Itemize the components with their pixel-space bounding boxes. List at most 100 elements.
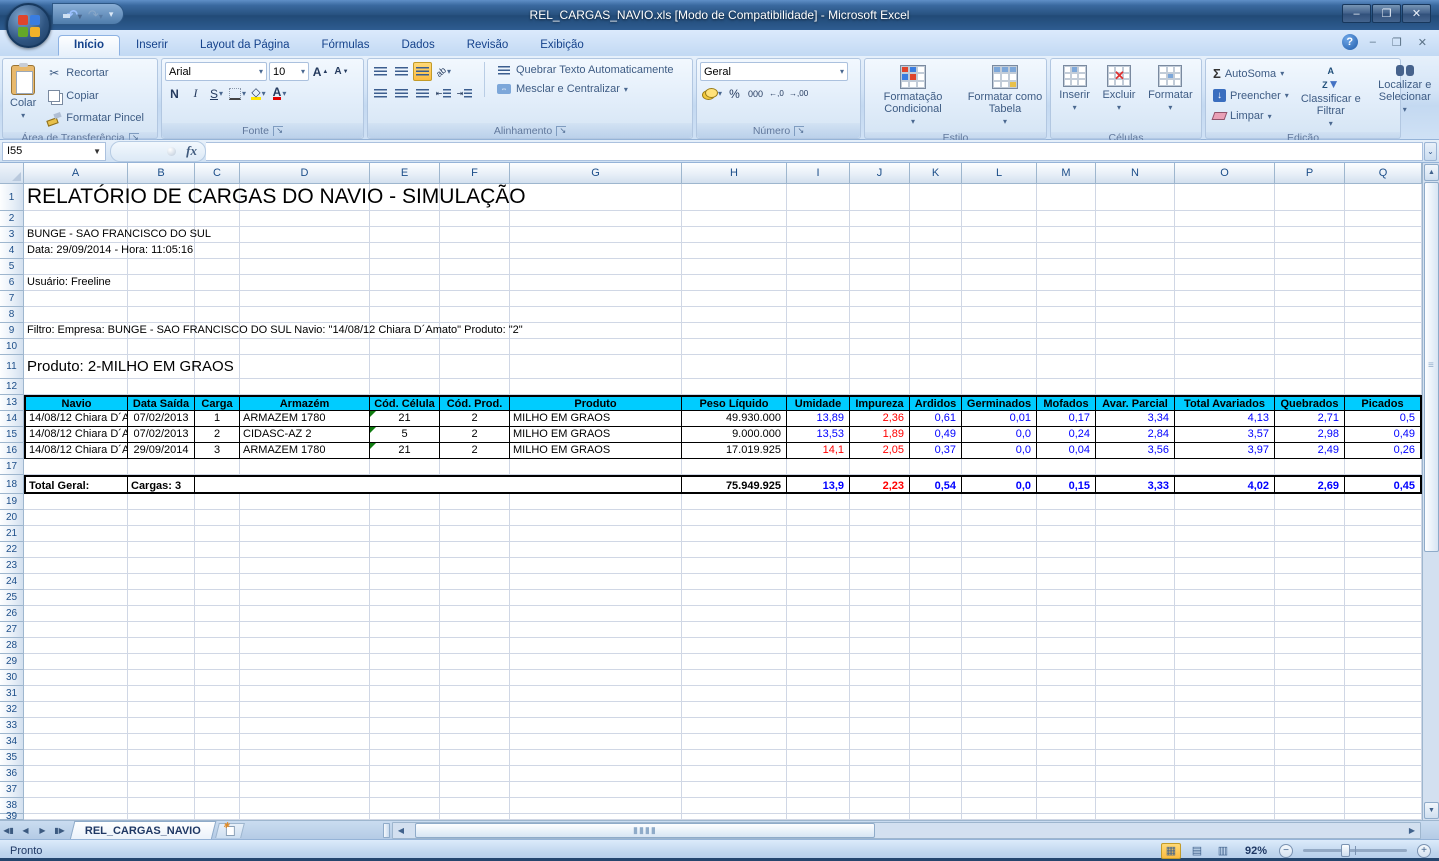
cell-D38[interactable] [240,798,370,814]
cell-G35[interactable] [510,750,682,766]
cell-C25[interactable] [195,590,240,606]
cell-B12[interactable] [128,379,195,395]
column-header-L[interactable]: L [962,163,1037,184]
cell-B33[interactable] [128,718,195,734]
cell-I12[interactable] [787,379,850,395]
cell-Q38[interactable] [1345,798,1422,814]
cell-J26[interactable] [850,606,910,622]
cell-H7[interactable] [682,291,787,307]
cell-I37[interactable] [787,782,850,798]
cell-I11[interactable] [787,355,850,379]
cell-N24[interactable] [1096,574,1175,590]
cell-J27[interactable] [850,622,910,638]
cell-M16[interactable]: 0,04 [1037,443,1096,459]
cell-P24[interactable] [1275,574,1345,590]
cell-D31[interactable] [240,686,370,702]
cell-M20[interactable] [1037,510,1096,526]
cell-H36[interactable] [682,766,787,782]
cell-M1[interactable] [1037,184,1096,211]
cell-H5[interactable] [682,259,787,275]
cell-P12[interactable] [1275,379,1345,395]
cell-H20[interactable] [682,510,787,526]
cell-J23[interactable] [850,558,910,574]
cell-N32[interactable] [1096,702,1175,718]
cell-F34[interactable] [440,734,510,750]
cell-E4[interactable] [370,243,440,259]
cell-F10[interactable] [440,339,510,355]
column-header-F[interactable]: F [440,163,510,184]
cell-Q10[interactable] [1345,339,1422,355]
cell-Q37[interactable] [1345,782,1422,798]
cell-H27[interactable] [682,622,787,638]
cell-H29[interactable] [682,654,787,670]
cell-K37[interactable] [910,782,962,798]
clear-button[interactable]: Limpar▾ [1209,108,1293,124]
cell-P20[interactable] [1275,510,1345,526]
cell-Q4[interactable] [1345,243,1422,259]
prev-sheet-button[interactable]: ◀ [17,822,34,839]
row-header-10[interactable]: 10 [0,339,24,355]
cell-Q30[interactable] [1345,670,1422,686]
cell-E25[interactable] [370,590,440,606]
cell-H37[interactable] [682,782,787,798]
cell-K24[interactable] [910,574,962,590]
cell-G38[interactable] [510,798,682,814]
cell-F33[interactable] [440,718,510,734]
cell-K38[interactable] [910,798,962,814]
sort-filter-button[interactable]: AZ▼ Classificar e Filtrar▾ [1295,62,1367,132]
row-header-34[interactable]: 34 [0,734,24,750]
row-header-26[interactable]: 26 [0,606,24,622]
cell-M35[interactable] [1037,750,1096,766]
cell-M11[interactable] [1037,355,1096,379]
cell-G10[interactable] [510,339,682,355]
cell-L25[interactable] [962,590,1037,606]
cell-F11[interactable] [440,355,510,379]
cell-P35[interactable] [1275,750,1345,766]
tab-inicio[interactable]: Início [58,35,120,56]
cell-F17[interactable] [440,459,510,475]
cell-C15[interactable]: 2 [195,427,240,443]
row-header-1[interactable]: 1 [0,184,24,211]
cell-N29[interactable] [1096,654,1175,670]
cell-C13[interactable]: Carga [195,395,240,411]
cell-K32[interactable] [910,702,962,718]
cell-O24[interactable] [1175,574,1275,590]
cell-E32[interactable] [370,702,440,718]
number-dialog-launcher[interactable]: ↘ [794,126,804,136]
cell-A4[interactable]: Data: 29/09/2014 - Hora: 11:05:16 [24,243,128,259]
cell-E19[interactable] [370,494,440,510]
cell-O38[interactable] [1175,798,1275,814]
format-cells-button[interactable]: Formatar▾ [1144,62,1197,132]
cell-D3[interactable] [240,227,370,243]
cell-N35[interactable] [1096,750,1175,766]
cell-Q14[interactable]: 0,5 [1345,411,1422,427]
cell-K36[interactable] [910,766,962,782]
cell-Q21[interactable] [1345,526,1422,542]
cell-N15[interactable]: 2,84 [1096,427,1175,443]
cell-B30[interactable] [128,670,195,686]
cell-G19[interactable] [510,494,682,510]
cell-J1[interactable] [850,184,910,211]
cell-H34[interactable] [682,734,787,750]
cell-M8[interactable] [1037,307,1096,323]
cell-O14[interactable]: 4,13 [1175,411,1275,427]
cell-Q31[interactable] [1345,686,1422,702]
cell-M5[interactable] [1037,259,1096,275]
cell-J6[interactable] [850,275,910,291]
cell-L36[interactable] [962,766,1037,782]
cell-N5[interactable] [1096,259,1175,275]
cell-I15[interactable]: 13,53 [787,427,850,443]
row-header-2[interactable]: 2 [0,211,24,227]
cell-L8[interactable] [962,307,1037,323]
workbook-close-button[interactable]: ✕ [1414,36,1431,49]
cell-N13[interactable]: Avar. Parcial [1096,395,1175,411]
cell-I32[interactable] [787,702,850,718]
cell-G30[interactable] [510,670,682,686]
cell-L20[interactable] [962,510,1037,526]
align-left-button[interactable] [371,84,390,103]
cell-G31[interactable] [510,686,682,702]
cell-A12[interactable] [24,379,128,395]
cell-D33[interactable] [240,718,370,734]
cell-K9[interactable] [910,323,962,339]
scroll-left-icon[interactable]: ◀ [393,823,409,838]
